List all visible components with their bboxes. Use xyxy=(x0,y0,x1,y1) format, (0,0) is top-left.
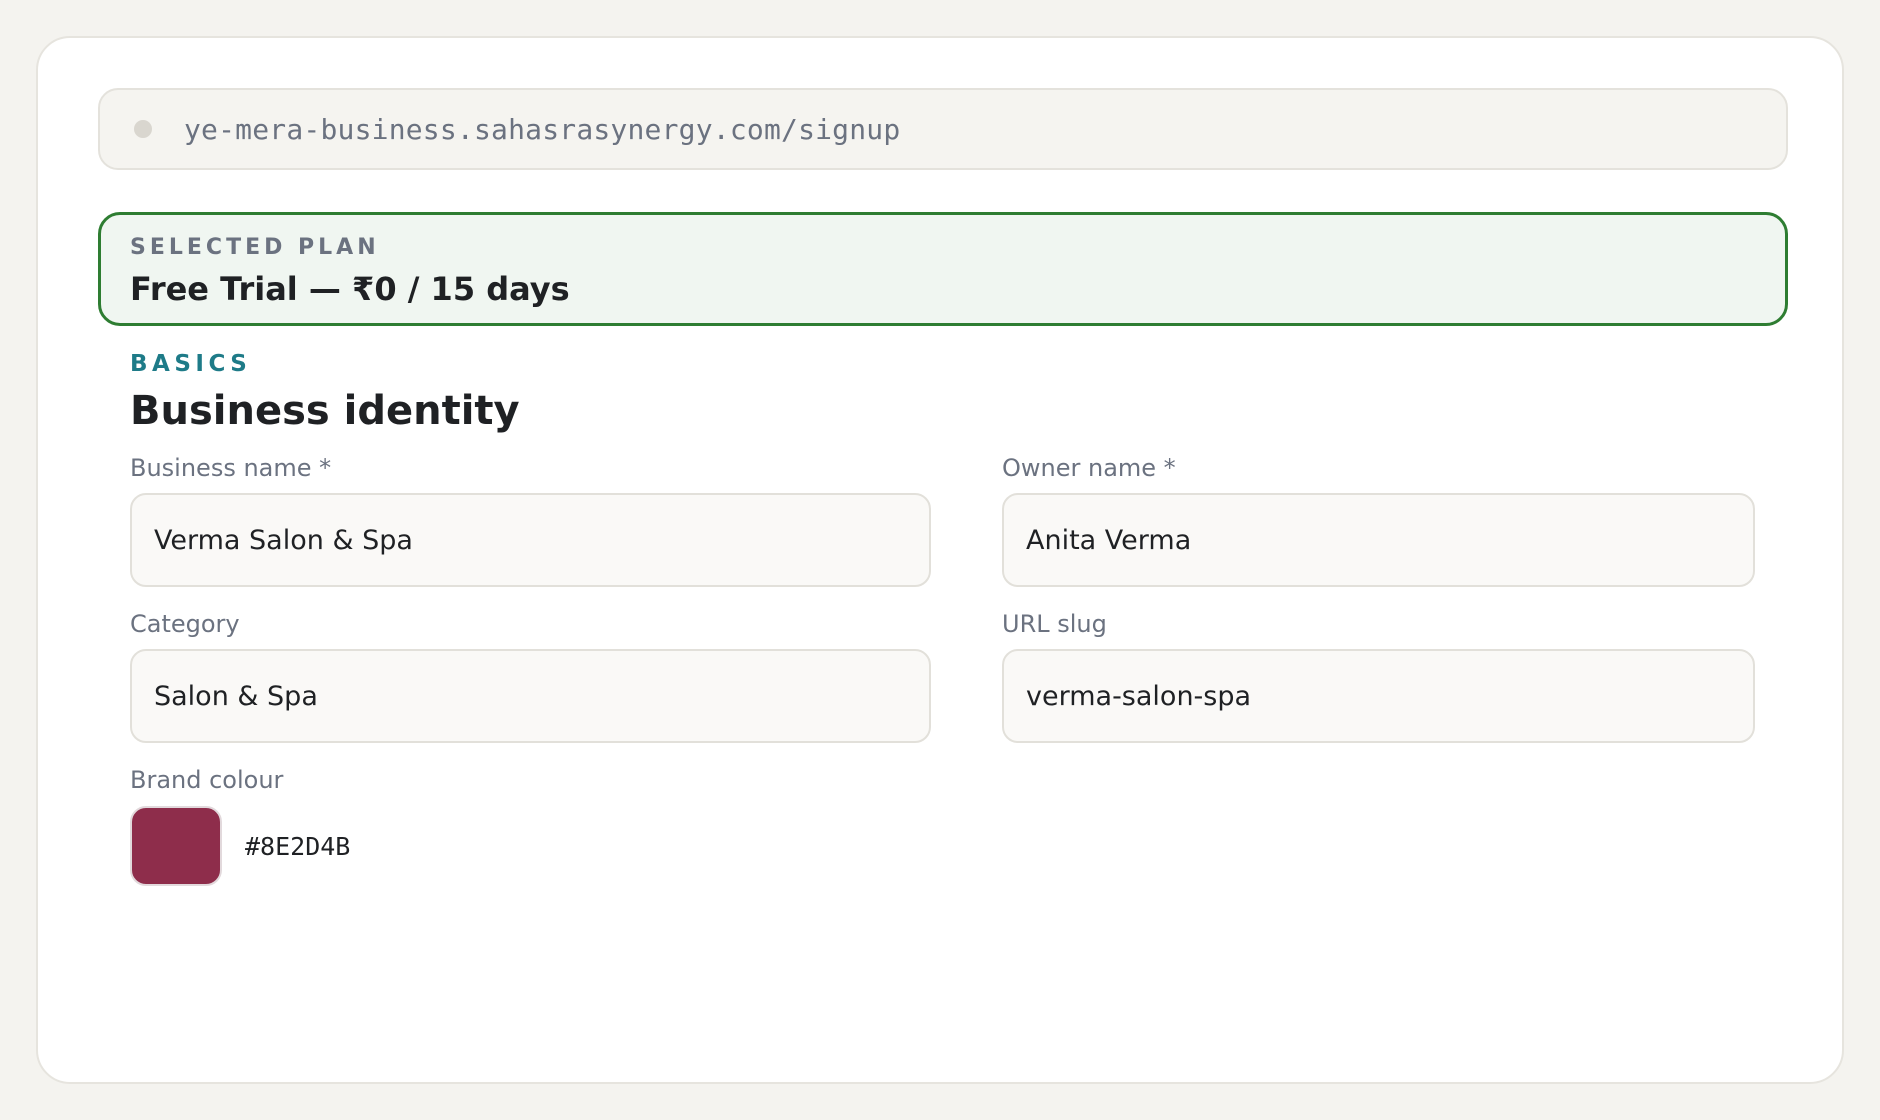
brand-colour-swatch[interactable] xyxy=(130,806,222,886)
signup-card: ye-mera-business.sahasrasynergy.com/sign… xyxy=(36,36,1844,1084)
business-name-input[interactable]: Verma Salon & Spa xyxy=(130,493,931,587)
brand-colour-label: Brand colour xyxy=(130,766,284,794)
brand-colour-hex: #8E2D4B xyxy=(245,832,351,861)
status-dot-icon xyxy=(134,120,152,138)
url-slug-label: URL slug xyxy=(1002,610,1107,638)
url-text: ye-mera-business.sahasrasynergy.com/sign… xyxy=(184,112,901,146)
selected-plan-title: Free Trial — ₹0 / 15 days xyxy=(130,270,570,308)
owner-name-label: Owner name * xyxy=(1002,454,1176,482)
url-slug-input[interactable]: verma-salon-spa xyxy=(1002,649,1755,743)
selected-plan-banner: SELECTED PLAN Free Trial — ₹0 / 15 days xyxy=(98,212,1788,326)
owner-name-input[interactable]: Anita Verma xyxy=(1002,493,1755,587)
category-label: Category xyxy=(130,610,240,638)
section-title: Business identity xyxy=(130,388,520,434)
section-kicker: BASICS xyxy=(130,351,252,377)
address-bar[interactable]: ye-mera-business.sahasrasynergy.com/sign… xyxy=(98,88,1788,170)
business-name-label: Business name * xyxy=(130,454,332,482)
category-input[interactable]: Salon & Spa xyxy=(130,649,931,743)
selected-plan-kicker: SELECTED PLAN xyxy=(130,235,380,260)
